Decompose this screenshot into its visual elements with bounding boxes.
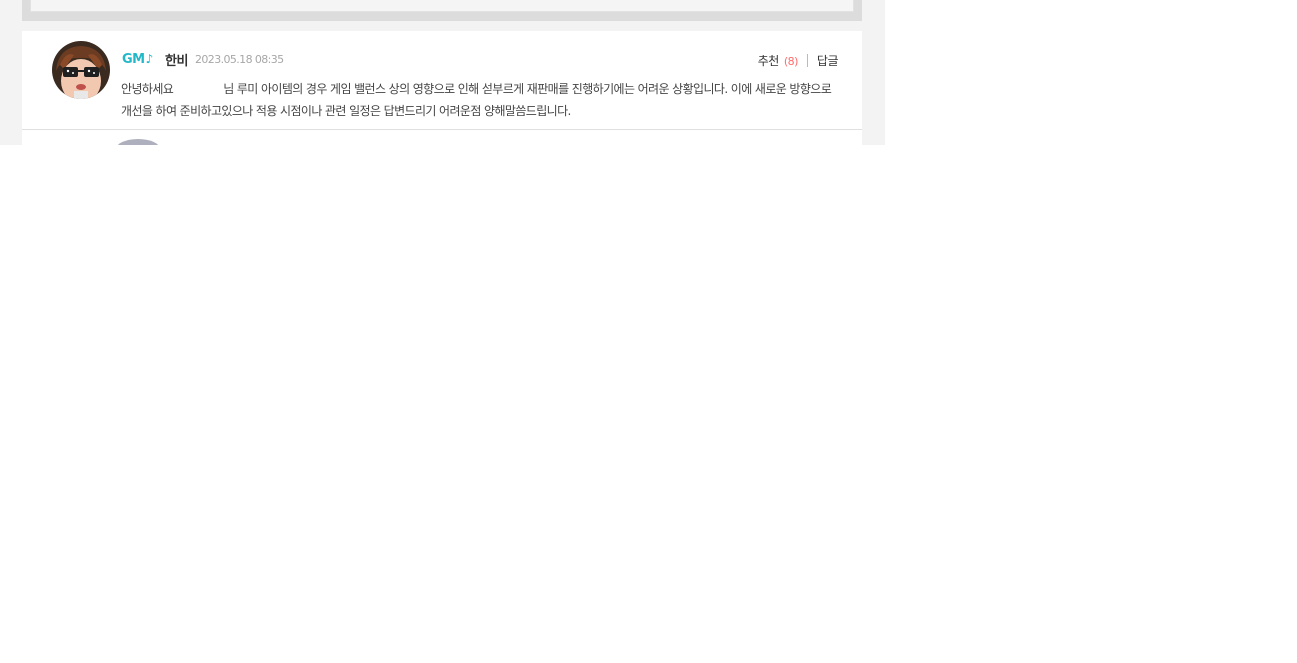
music-note-icon: ♪	[145, 52, 154, 66]
comment-item: GM♪ 한비 2023.05.18 08:35 추천 (8) 답글 안녕하세요 님 …	[22, 31, 862, 145]
comment-divider	[22, 129, 862, 130]
author-name[interactable]: 한비	[165, 50, 188, 69]
recommend-button[interactable]: 추천 (8)	[757, 52, 799, 69]
previous-comment-inner	[30, 0, 854, 12]
action-divider	[806, 54, 808, 67]
gm-badge: GM♪	[122, 52, 153, 67]
comment-date: 2023.05.18 08:35	[195, 53, 284, 66]
recommend-count: (8)	[783, 55, 799, 68]
comment-text: 님 루미 아이템의 경우 게임 밸런스 상의 영향으로 인해 섣부르게 재판매를…	[121, 82, 832, 118]
comment-greeting: 안녕하세요	[121, 82, 174, 96]
avatar[interactable]	[52, 41, 110, 99]
gm-badge-text: GM	[122, 52, 145, 67]
previous-comment-box	[22, 0, 862, 21]
avatar-image	[52, 41, 110, 99]
comment-body: 안녕하세요 님 루미 아이템의 경우 게임 밸런스 상의 영향으로 인해 섣부르게…	[121, 78, 841, 122]
comment-list: GM♪ 한비 2023.05.18 08:35 추천 (8) 답글 안녕하세요 님 …	[0, 0, 885, 145]
comment-actions: 추천 (8) 답글	[757, 52, 839, 69]
next-avatar	[116, 139, 160, 145]
redacted-username	[173, 92, 223, 93]
recommend-label: 추천	[757, 54, 780, 68]
reply-button[interactable]: 답글	[817, 52, 839, 69]
